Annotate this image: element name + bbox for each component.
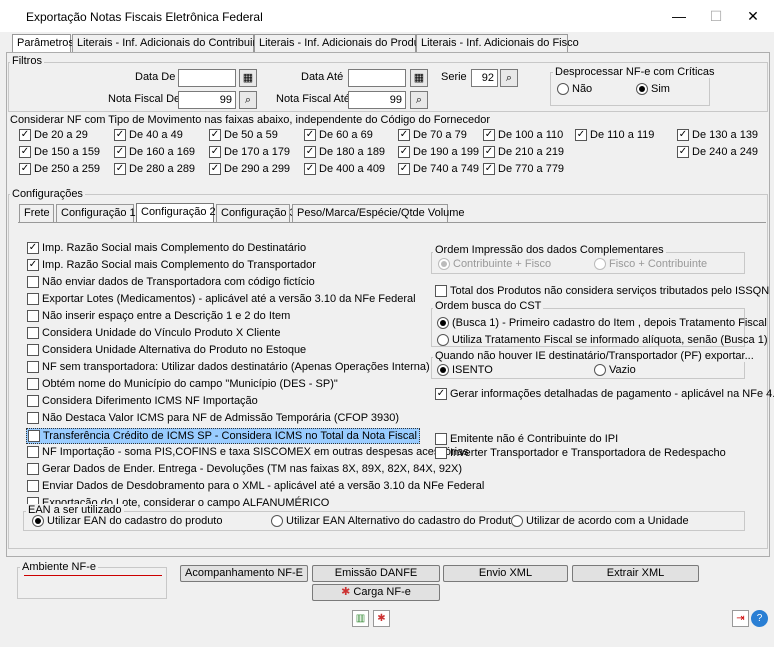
tab-literais-contribuinte[interactable]: Literais - Inf. Adicionais do Contribuin… <box>72 34 268 53</box>
ie-legend: Quando não houver IE destinatário/Transp… <box>433 350 756 362</box>
subtab-configuracao-3[interactable]: Configuração 3 <box>216 204 296 223</box>
ordem-fisco-contribuinte-radio[interactable]: Fisco + Contribuinte <box>594 258 707 270</box>
option-checkbox[interactable]: Não Destaca Valor ICMS para NF de Admiss… <box>27 412 399 424</box>
emissao-danfe-button[interactable]: Emissão DANFE <box>312 565 440 582</box>
nf-de-label: Nota Fiscal De <box>108 93 181 105</box>
serie-label: Serie <box>441 71 467 83</box>
serie-input[interactable]: 92 <box>471 69 498 87</box>
search-icon[interactable]: ⌕ <box>500 69 518 87</box>
option-checkbox-focused[interactable]: Transferência Crédito de ICMS SP - Consi… <box>26 428 420 444</box>
faixa-checkbox[interactable]: ✓ De 290 a 299 <box>209 163 290 175</box>
ean-alternativo-radio[interactable]: Utilizar EAN Alternativo do cadastro do … <box>271 515 517 527</box>
faixa-checkbox[interactable]: ✓ De 180 a 189 <box>304 146 385 158</box>
option-checkbox[interactable]: Considera Unidade do Vínculo Produto X C… <box>27 327 280 339</box>
extrair-xml-button[interactable]: Extrair XML <box>572 565 699 582</box>
gear-icon[interactable]: ✱ <box>373 610 390 627</box>
option-checkbox[interactable]: Considera Unidade Alternativa do Produto… <box>27 344 306 356</box>
data-ate-label: Data Até <box>301 71 344 83</box>
help-icon[interactable]: ? <box>751 610 768 627</box>
gear-icon: ✱ <box>341 586 351 598</box>
ordem-cst-legend: Ordem busca do CST <box>433 300 544 312</box>
search-icon[interactable]: ⌕ <box>410 91 428 109</box>
faixa-checkbox[interactable]: ✓ De 250 a 259 <box>19 163 100 175</box>
tab-parametros[interactable]: Parâmetros <box>12 34 74 53</box>
acompanhamento-button[interactable]: Acompanhamento NF-E <box>180 565 308 582</box>
subtab-peso-marca[interactable]: Peso/Marca/Espécie/Qtde Volume <box>292 204 465 223</box>
book-icon[interactable]: ▥ <box>352 610 369 627</box>
faixa-checkbox[interactable]: ✓ De 190 a 199 <box>398 146 479 158</box>
ordem-contribuinte-fisco-radio[interactable]: Contribuinte + Fisco <box>438 258 551 270</box>
option-checkbox[interactable]: Não inserir espaço entre a Descrição 1 e… <box>27 310 290 322</box>
desprocessar-nao-radio[interactable]: Não <box>557 83 592 95</box>
faixa-checkbox[interactable]: ✓ De 170 a 179 <box>209 146 290 158</box>
calendar-icon[interactable]: ▦ <box>239 69 257 87</box>
option-checkbox[interactable]: ✓ Imp. Razão Social mais Complemento do D… <box>27 242 306 254</box>
cst-tratamento-radio[interactable]: Utiliza Tratamento Fiscal se informado a… <box>437 334 767 346</box>
faixa-checkbox[interactable]: ✓ De 740 a 749 <box>398 163 479 175</box>
tab-literais-produto[interactable]: Literais - Inf. Adicionais do Produto <box>254 34 429 53</box>
nf-de-input[interactable]: 99 <box>178 91 236 109</box>
option-checkbox[interactable]: Enviar Dados de Desdobramento para o XML… <box>27 480 484 492</box>
ean-cadastro-radio[interactable]: Utilizar EAN do cadastro do produto <box>32 515 222 527</box>
data-de-label: Data De <box>135 71 176 83</box>
calendar-icon[interactable]: ▦ <box>410 69 428 87</box>
faixas-header: Considerar NF com Tipo de Movimento nas … <box>10 114 490 126</box>
faixa-checkbox[interactable]: ✓ De 60 a 69 <box>304 129 373 141</box>
ambiente-indicator <box>24 575 162 576</box>
search-icon[interactable]: ⌕ <box>239 91 257 109</box>
subtab-configuracao-2[interactable]: Configuração 2 <box>136 203 216 223</box>
total-produtos-checkbox[interactable]: Total dos Produtos não considera serviço… <box>435 285 769 297</box>
ie-vazio-radio[interactable]: Vazio <box>594 364 636 376</box>
data-de-input[interactable] <box>178 69 236 87</box>
faixa-checkbox[interactable]: ✓ De 160 a 169 <box>114 146 195 158</box>
filtros-legend: Filtros <box>10 55 44 67</box>
option-checkbox[interactable]: Não enviar dados de Transportadora com c… <box>27 276 315 288</box>
inverter-checkbox[interactable]: Inverter Transportador e Transportadora … <box>435 447 726 459</box>
ean-unidade-radio[interactable]: Utilizar de acordo com a Unidade <box>511 515 689 527</box>
faixa-checkbox[interactable]: ✓ De 20 a 29 <box>19 129 88 141</box>
nf-ate-input[interactable]: 99 <box>348 91 406 109</box>
data-ate-input[interactable] <box>348 69 406 87</box>
ambiente-legend: Ambiente NF-e <box>20 561 98 573</box>
faixa-checkbox[interactable]: ✓ De 50 a 59 <box>209 129 278 141</box>
option-checkbox[interactable]: Considera Diferimento ICMS NF Importação <box>27 395 258 407</box>
option-checkbox[interactable]: Exportar Lotes (Medicamentos) - aplicáve… <box>27 293 416 305</box>
faixa-checkbox[interactable]: ✓ De 770 a 779 <box>483 163 564 175</box>
faixa-checkbox[interactable]: ✓ De 280 a 289 <box>114 163 195 175</box>
desprocessar-sim-radio[interactable]: Sim <box>636 83 670 95</box>
faixa-checkbox[interactable]: ✓ De 100 a 110 <box>483 129 563 141</box>
tab-literais-fisco[interactable]: Literais - Inf. Adicionais do Fisco <box>416 34 579 53</box>
envio-xml-button[interactable]: Envio XML <box>443 565 568 582</box>
desprocessar-legend: Desprocessar NF-e com Críticas <box>553 66 717 78</box>
configuracoes-legend: Configurações <box>10 188 85 200</box>
subtab-frete[interactable]: Frete <box>19 204 54 223</box>
close-button[interactable]: ✕ <box>736 4 770 28</box>
emitente-checkbox[interactable]: Emitente não é Contribuinte do IPI <box>435 433 618 445</box>
exit-icon[interactable]: ⇥ <box>732 610 749 627</box>
option-checkbox[interactable]: ✓ Imp. Razão Social mais Complemento do T… <box>27 259 316 271</box>
subtab-configuracao-1[interactable]: Configuração 1 <box>56 204 136 223</box>
ordem-impressao-legend: Ordem Impressão dos dados Complementares <box>433 244 666 256</box>
window-title: Exportação Notas Fiscais Eletrônica Fede… <box>26 10 263 24</box>
faixa-checkbox[interactable]: ✓ De 150 a 159 <box>19 146 100 158</box>
faixa-checkbox[interactable]: ✓ De 70 a 79 <box>398 129 467 141</box>
faixa-checkbox[interactable]: ✓ De 40 a 49 <box>114 129 183 141</box>
minimize-button[interactable]: — <box>662 4 696 28</box>
faixa-checkbox[interactable]: ✓ De 210 a 219 <box>483 146 564 158</box>
option-checkbox[interactable]: NF Importação - soma PIS,COFINS e taxa S… <box>27 446 469 458</box>
option-checkbox[interactable]: Gerar Dados de Ender. Entrega - Devoluçõ… <box>27 463 462 475</box>
faixa-checkbox[interactable]: ✓ De 400 a 409 <box>304 163 385 175</box>
maximize-button[interactable]: ☐ <box>699 4 733 28</box>
option-checkbox[interactable]: NF sem transportadora: Utilizar dados de… <box>27 361 430 373</box>
ie-isento-radio[interactable]: ISENTO <box>437 364 493 376</box>
faixa-checkbox[interactable]: ✓ De 240 a 249 <box>677 146 758 158</box>
faixa-checkbox[interactable]: ✓ De 130 a 139 <box>677 129 758 141</box>
carga-nfe-button[interactable]: ✱ Carga NF-e <box>312 584 440 601</box>
cst-busca1-radio[interactable]: (Busca 1) - Primeiro cadastro do Item , … <box>437 317 767 329</box>
subtab-underline <box>18 222 766 223</box>
option-checkbox[interactable]: Obtém nome do Município do campo "Municí… <box>27 378 338 390</box>
gerar-pagamento-checkbox[interactable]: ✓ Gerar informações detalhadas de pagamen… <box>435 388 774 400</box>
faixa-checkbox[interactable]: ✓ De 110 a 119 <box>575 129 654 141</box>
nf-ate-label: Nota Fiscal Até <box>276 93 350 105</box>
